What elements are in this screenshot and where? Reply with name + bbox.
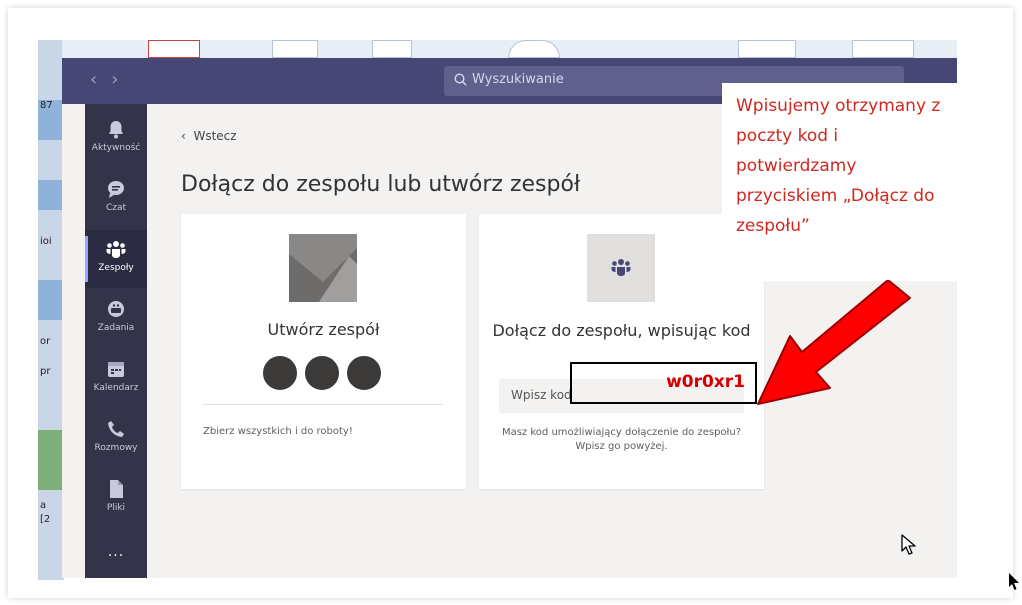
rail-label: Pliki xyxy=(106,503,126,513)
app-rail: Aktywność Czat Zespoły Zadania Kalendarz… xyxy=(85,104,147,578)
rail-label: Kalendarz xyxy=(93,383,139,393)
more-apps-button[interactable]: ... xyxy=(85,544,147,560)
rail-label: Zadania xyxy=(97,323,135,333)
create-team-illustration xyxy=(289,234,357,302)
desktop-shortcut xyxy=(148,40,200,58)
red-arrow-icon xyxy=(757,280,911,405)
avatar xyxy=(303,354,341,392)
mouse-cursor-icon xyxy=(901,534,916,555)
rail-item-calendar[interactable]: Kalendarz xyxy=(85,350,147,408)
code-highlight-box: w0r0xr1 xyxy=(570,362,757,404)
desktop-icon xyxy=(38,280,64,320)
rail-label: Czat xyxy=(105,203,127,213)
desktop-label: [2 xyxy=(40,514,51,525)
desktop-icon xyxy=(38,180,64,210)
desktop-label: 87 xyxy=(40,100,53,111)
rail-item-tasks[interactable]: Zadania xyxy=(85,290,147,348)
divider xyxy=(203,404,443,405)
history-nav[interactable]: ‹› xyxy=(90,69,132,90)
rail-item-teams[interactable]: Zespoły xyxy=(85,230,147,288)
avatar xyxy=(345,354,383,392)
page-title: Dołącz do zespołu lub utwórz zespół xyxy=(181,172,581,197)
bell-icon xyxy=(109,121,123,139)
rail-item-files[interactable]: Pliki xyxy=(85,470,147,528)
rail-label: Aktywność xyxy=(91,143,141,153)
search-icon xyxy=(454,73,467,86)
back-link[interactable]: ‹ Wstecz xyxy=(181,129,237,143)
tasks-icon xyxy=(108,301,124,317)
desktop-label: pr xyxy=(40,366,51,377)
entered-code: w0r0xr1 xyxy=(666,372,745,392)
teams-icon xyxy=(106,241,126,258)
search-placeholder: Wyszukiwanie xyxy=(472,72,564,87)
desktop-icon xyxy=(38,430,64,490)
desktop-shortcut xyxy=(852,40,914,58)
desktop-label: or xyxy=(40,336,51,347)
join-team-subtitle: Masz kod umożliwiający dołączenie do zes… xyxy=(501,427,742,452)
teams-icon xyxy=(611,259,631,276)
desktop-label: a xyxy=(40,500,47,511)
avatar xyxy=(261,354,299,392)
chevron-left-icon: ‹ xyxy=(181,129,186,143)
calendar-icon xyxy=(108,362,124,377)
create-team-heading: Utwórz zespół xyxy=(267,320,380,339)
create-team-card[interactable]: Utwórz zespół Zbierz wszystkich i do rob… xyxy=(181,214,466,489)
rail-label: Zespoły xyxy=(98,263,134,273)
team-code-placeholder: Wpisz kod xyxy=(511,388,572,402)
file-icon xyxy=(110,480,123,498)
rail-item-activity[interactable]: Aktywność xyxy=(85,110,147,168)
mouse-cursor-icon xyxy=(1009,573,1019,590)
instruction-callout: Wpisujemy otrzymany z poczty kod i potwi… xyxy=(722,83,960,281)
desktop-shortcut xyxy=(272,40,318,58)
desktop-top-strip xyxy=(62,40,957,58)
rail-item-calls[interactable]: Rozmowy xyxy=(85,410,147,468)
rail-item-chat[interactable]: Czat xyxy=(85,170,147,228)
desktop-shortcut xyxy=(372,40,412,58)
desktop-shortcut xyxy=(508,40,560,58)
desktop-shortcut xyxy=(738,40,796,58)
desktop-background: 87 ioi or pr a [2 xyxy=(38,40,64,580)
desktop-label: ioi xyxy=(40,236,52,247)
phone-icon xyxy=(108,421,124,437)
rail-label: Rozmowy xyxy=(94,443,138,453)
back-label: Wstecz xyxy=(193,129,237,143)
chat-icon xyxy=(108,181,124,198)
join-team-heading: Dołącz do zespołu, wpisując kod xyxy=(492,321,751,340)
create-team-subtitle: Zbierz wszystkich i do roboty! xyxy=(203,426,353,437)
avatar-group xyxy=(261,354,387,396)
join-team-illustration xyxy=(587,234,655,302)
